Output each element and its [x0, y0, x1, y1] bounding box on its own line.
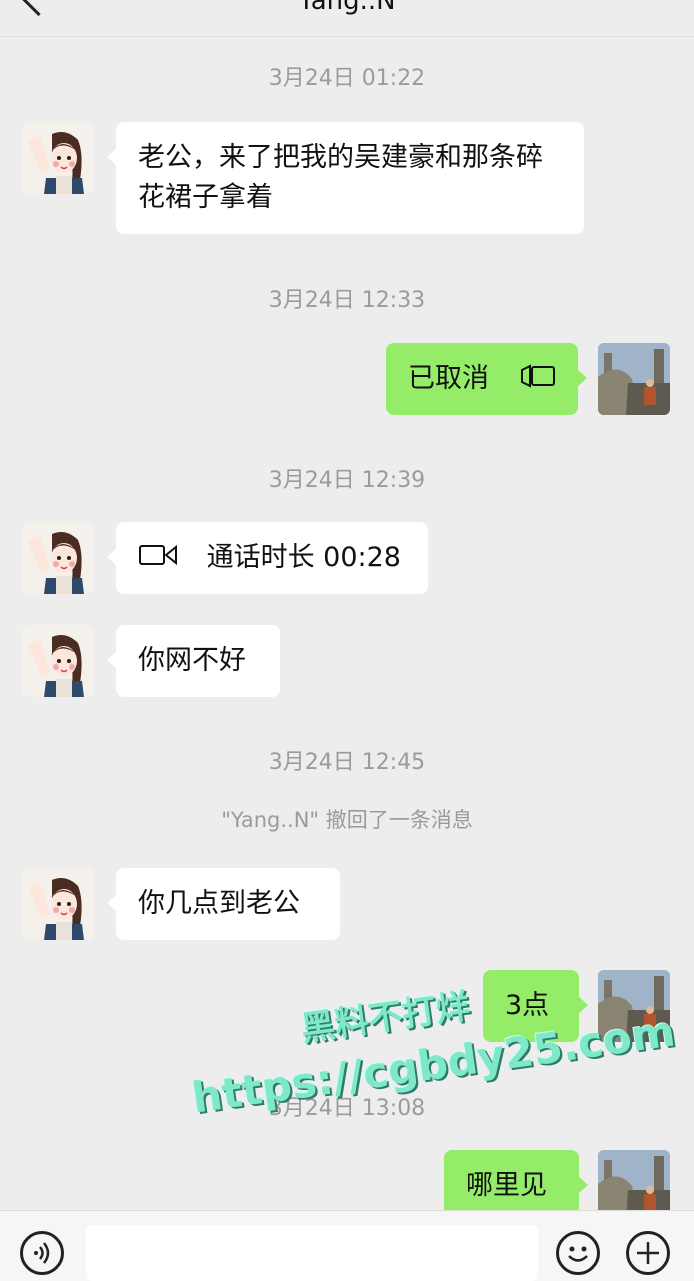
message-text: 3点 — [505, 990, 550, 1021]
avatar-girl[interactable] — [22, 522, 94, 594]
emoji-icon[interactable] — [556, 1231, 600, 1275]
timestamp: 3月24日 12:33 — [268, 288, 426, 313]
message-text: 哪里见 — [466, 1170, 547, 1201]
message-text: 通话时长 00:28 — [206, 542, 401, 573]
message-text: 你网不好 — [138, 645, 246, 676]
voice-icon[interactable] — [20, 1231, 64, 1275]
input-bar — [0, 1210, 694, 1281]
message-bubble-received[interactable]: 通话时长 00:28 — [107, 522, 428, 594]
message-text: 你几点到老公 — [138, 888, 300, 919]
chat-header: Yang..N ··· — [0, 0, 694, 37]
message-bubble-received[interactable]: 老公，来了把我的吴建豪和那条碎花裙子拿着 — [107, 122, 584, 234]
avatar-user[interactable] — [598, 343, 670, 415]
avatar-girl[interactable] — [22, 122, 94, 194]
video-call-icon — [138, 539, 178, 579]
message-bubble-received[interactable]: 你网不好 — [107, 625, 280, 697]
avatar-girl[interactable] — [22, 868, 94, 940]
more-options-icon[interactable]: ··· — [629, 0, 660, 14]
recall-notice: "Yang..N" 撤回了一条消息 — [221, 808, 473, 832]
avatar-girl[interactable] — [22, 625, 94, 697]
timestamp: 3月24日 12:45 — [268, 750, 426, 775]
message-text: 已取消 — [408, 363, 489, 394]
chat-title: Yang..N — [298, 0, 396, 16]
message-bubble-sent[interactable]: 已取消 — [386, 343, 587, 415]
message-text: 老公，来了把我的吴建豪和那条碎花裙子拿着 — [138, 142, 543, 213]
video-call-icon — [520, 360, 556, 400]
timestamp: 3月24日 12:39 — [268, 468, 426, 493]
timestamp: 3月24日 01:22 — [268, 66, 426, 91]
message-input[interactable] — [86, 1225, 538, 1281]
message-bubble-received[interactable]: 你几点到老公 — [107, 868, 340, 940]
plus-icon[interactable] — [626, 1231, 670, 1275]
